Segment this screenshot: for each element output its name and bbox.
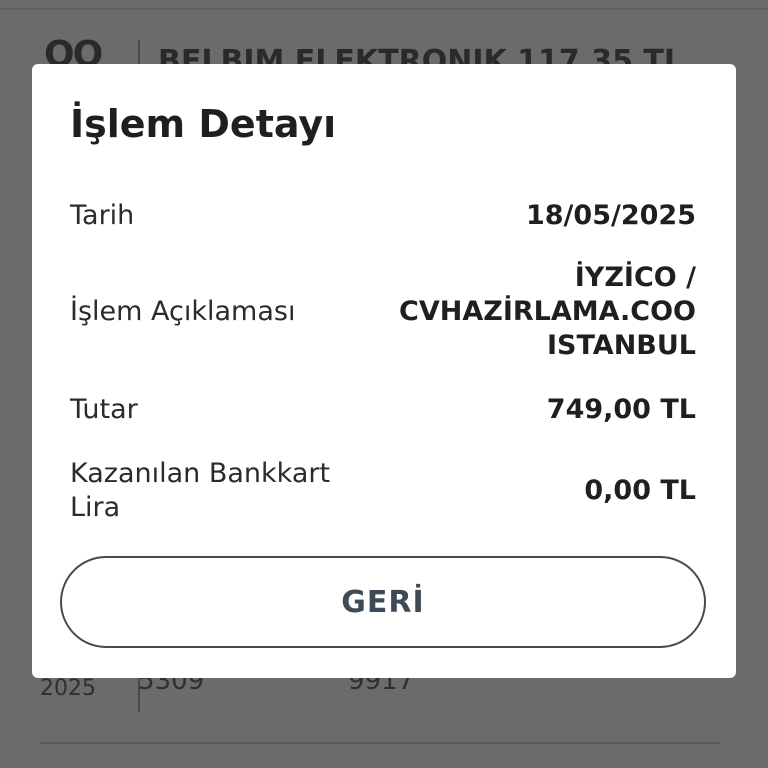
description-line: İYZİCO / [574,262,696,293]
description-value: İYZİCO / CVHAZİRLAMA.COO ISTANBUL [399,261,696,363]
description-label: İşlem Açıklaması [70,296,296,327]
date-label: Tarih [70,200,135,231]
description-line: ISTANBUL [546,330,696,361]
detail-row-amount: Tutar 749,00 TL [70,388,696,432]
transaction-detail-dialog: İşlem Detayı Tarih 18/05/2025 İşlem Açık… [32,64,736,678]
background-divider-top [0,8,768,10]
detail-row-description: İşlem Açıklaması İYZİCO / CVHAZİRLAMA.CO… [70,256,696,368]
earned-points-label: Kazanılan Bankkart Lira [70,457,330,525]
amount-label: Tutar [70,394,138,425]
date-value: 18/05/2025 [525,200,696,231]
amount-value: 749,00 TL [546,394,696,425]
back-button-label: GERİ [341,584,425,620]
background-divider-bottom [40,742,720,744]
background-year: 2025 [40,676,96,701]
dialog-title: İşlem Detayı [70,102,337,146]
screen: OO BELBIM ELEKTRONIK 117,35 TL 2025 5309… [0,0,768,768]
detail-row-earned-points: Kazanılan Bankkart Lira 0,00 TL [70,456,696,526]
detail-row-date: Tarih 18/05/2025 [70,194,696,238]
back-button[interactable]: GERİ [60,556,706,648]
description-line: CVHAZİRLAMA.COO [399,296,696,327]
earned-points-label-line: Lira [70,492,121,523]
earned-points-label-line: Kazanılan Bankkart [70,458,331,489]
earned-points-value: 0,00 TL [584,475,696,506]
